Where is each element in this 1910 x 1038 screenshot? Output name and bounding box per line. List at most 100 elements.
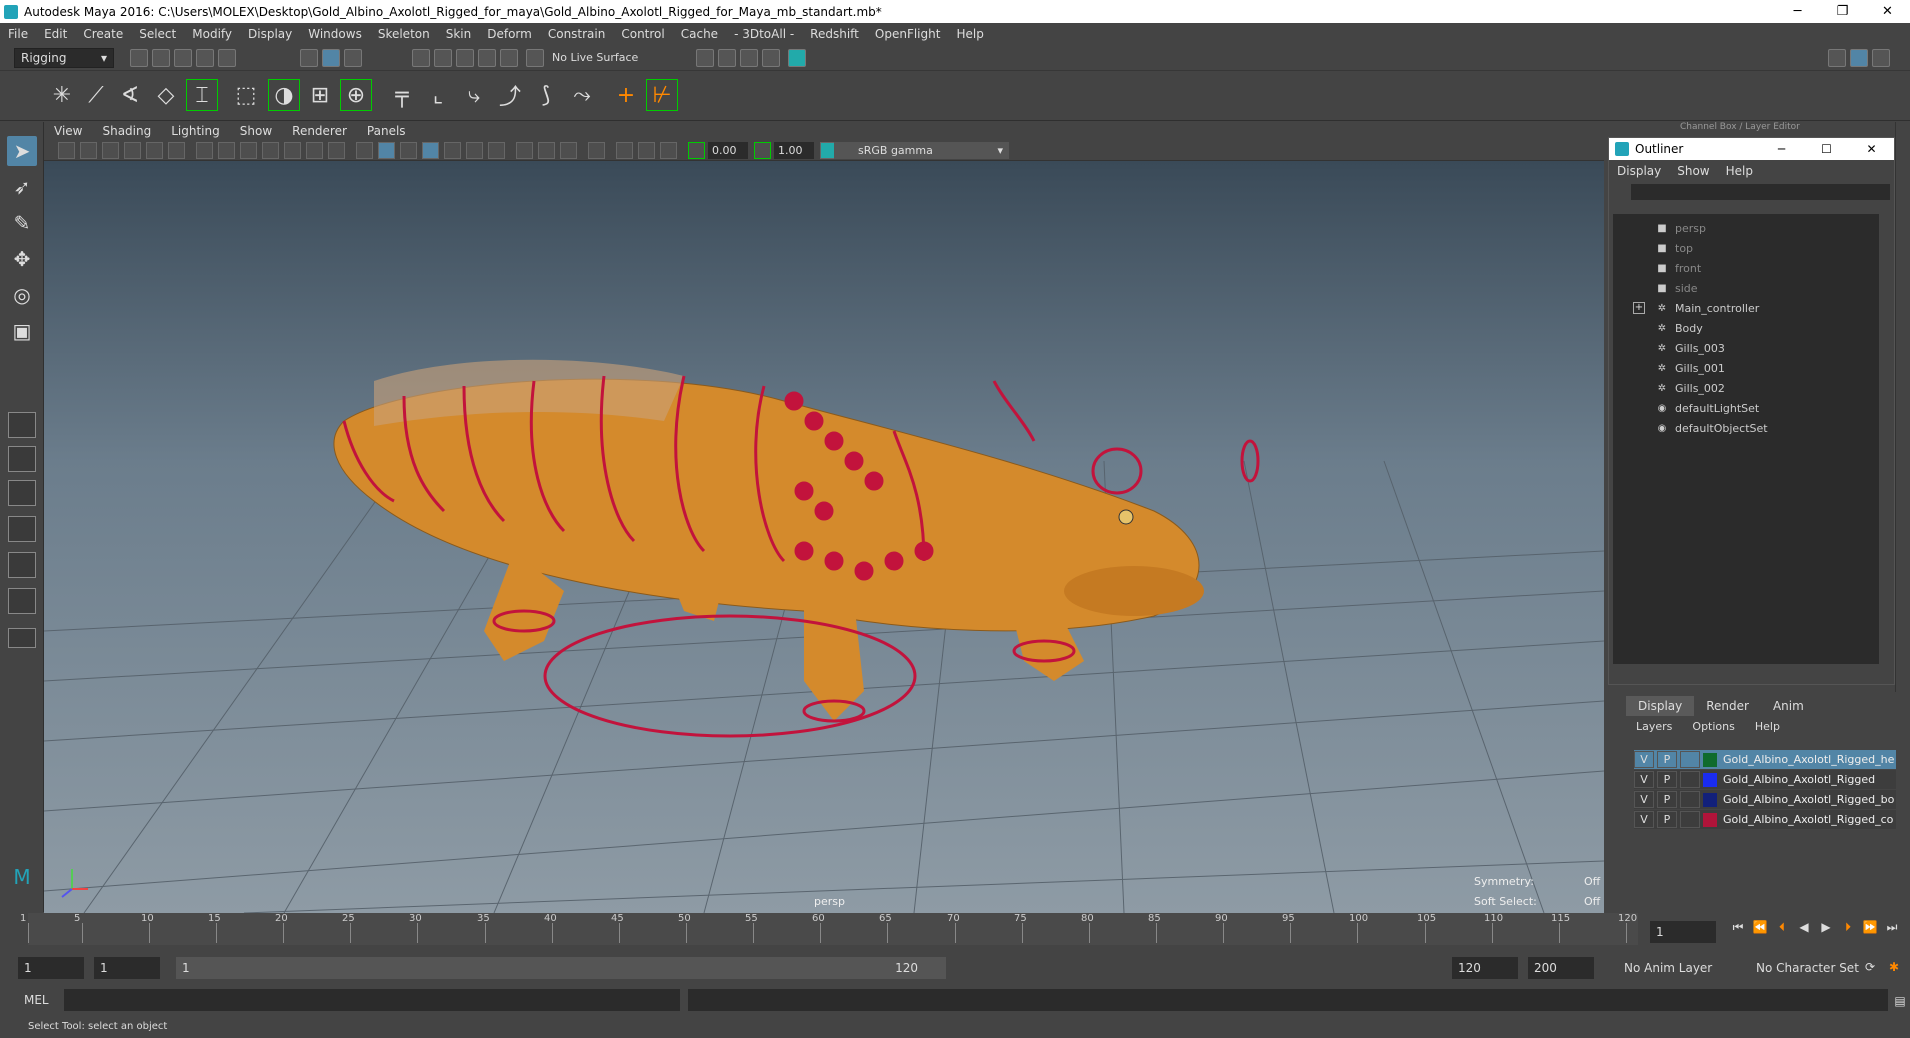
- scale-constraint-icon[interactable]: ⟆: [530, 79, 562, 111]
- grid-toggle-icon[interactable]: [196, 142, 213, 159]
- menu-15[interactable]: OpenFlight: [867, 27, 949, 41]
- go-to-end-icon[interactable]: ⏭: [1884, 919, 1900, 935]
- outliner-item[interactable]: ■ side: [1613, 278, 1879, 298]
- film-gate-icon[interactable]: [218, 142, 235, 159]
- maximize-button[interactable]: ❐: [1820, 4, 1865, 19]
- bookmark-icon[interactable]: [102, 142, 119, 159]
- layer-display-type-toggle[interactable]: [1680, 791, 1700, 808]
- paint-weights-icon[interactable]: ⊞: [304, 79, 336, 111]
- viewport-menu-3[interactable]: Show: [230, 124, 282, 138]
- viewport-menu-0[interactable]: View: [44, 124, 92, 138]
- outliner-item[interactable]: ■ persp: [1613, 218, 1879, 238]
- step-back-key-icon[interactable]: ⏪: [1752, 919, 1768, 935]
- playback-start-field[interactable]: 1: [94, 957, 160, 979]
- animation-start-field[interactable]: 1: [18, 957, 84, 979]
- joint-tool-icon[interactable]: ✳: [46, 79, 78, 111]
- playback-end-field[interactable]: 120: [1452, 957, 1518, 979]
- layer-row[interactable]: V P Gold_Albino_Axolotl_Rigged_bo: [1634, 790, 1896, 809]
- layer-row[interactable]: V P Gold_Albino_Axolotl_Rigged_co: [1634, 810, 1896, 829]
- screen-space-ao-icon[interactable]: [516, 142, 533, 159]
- outliner-item[interactable]: ✲ Gills_001: [1613, 358, 1879, 378]
- outliner-menu-display[interactable]: Display: [1609, 164, 1669, 178]
- step-back-frame-icon[interactable]: ⏴: [1774, 919, 1790, 935]
- wireframe-on-shaded-icon[interactable]: [422, 142, 439, 159]
- render-view-icon[interactable]: [696, 49, 714, 67]
- orient-joint-icon[interactable]: ⌶: [186, 79, 218, 111]
- persp-graph-layout-icon[interactable]: [8, 516, 36, 542]
- menu-2[interactable]: Create: [75, 27, 131, 41]
- layer-display-type-toggle[interactable]: [1680, 811, 1700, 828]
- menu-11[interactable]: Control: [613, 27, 672, 41]
- layer-display-type-toggle[interactable]: [1680, 751, 1700, 768]
- point-constraint-icon[interactable]: ⤷: [458, 79, 490, 111]
- menu-5[interactable]: Display: [240, 27, 300, 41]
- gate-mask-icon[interactable]: [262, 142, 279, 159]
- outliner-item[interactable]: ✲ Body: [1613, 318, 1879, 338]
- select-component-icon[interactable]: [344, 49, 362, 67]
- layer-playback-toggle[interactable]: P: [1657, 811, 1677, 828]
- outliner-menu-show[interactable]: Show: [1669, 164, 1717, 178]
- outliner-close-button[interactable]: ✕: [1849, 142, 1894, 156]
- outliner-filter-input[interactable]: [1631, 184, 1890, 200]
- image-plane-icon[interactable]: [124, 142, 141, 159]
- orient-constraint-icon[interactable]: ⤴: [494, 79, 526, 111]
- time-ruler[interactable]: 1 5 10 15 20 25 30 35 40 45 50 55 60 65 70 75 80 85 90 95 10…: [20, 913, 1638, 945]
- lattice-icon[interactable]: ⊕: [340, 79, 372, 111]
- hypershade-layout-icon[interactable]: [8, 552, 36, 578]
- save-scene-icon[interactable]: [174, 49, 192, 67]
- close-button[interactable]: ✕: [1865, 4, 1910, 19]
- gamma-icon[interactable]: [754, 142, 771, 159]
- step-forward-key-icon[interactable]: ⏩: [1862, 919, 1878, 935]
- outliner-item[interactable]: ✲ Gills_003: [1613, 338, 1879, 358]
- script-editor-icon[interactable]: ▤: [1892, 993, 1908, 1009]
- layer-color-swatch[interactable]: [1703, 772, 1717, 787]
- select-tool-icon[interactable]: ➤: [7, 136, 37, 166]
- bind-skin-icon[interactable]: ⬚: [230, 79, 262, 111]
- layer-playback-toggle[interactable]: P: [1657, 771, 1677, 788]
- minimize-button[interactable]: ─: [1775, 4, 1820, 19]
- tab-display[interactable]: Display: [1626, 696, 1695, 716]
- viewport-menu-2[interactable]: Lighting: [161, 124, 230, 138]
- smooth-shade-icon[interactable]: [378, 142, 395, 159]
- tab-anim[interactable]: Anim: [1761, 696, 1816, 716]
- outliner-item[interactable]: + ✲ Main_controller: [1613, 298, 1879, 318]
- layer-color-swatch[interactable]: [1703, 792, 1717, 807]
- two-d-pan-icon[interactable]: [146, 142, 163, 159]
- tab-render[interactable]: Render: [1694, 696, 1761, 716]
- ik-spline-icon[interactable]: ∢: [114, 79, 146, 111]
- ik-handle-icon[interactable]: ⟋: [80, 79, 112, 111]
- snap-grid-icon[interactable]: [412, 49, 430, 67]
- snap-live-icon[interactable]: [526, 49, 544, 67]
- outliner-maximize-button[interactable]: ☐: [1804, 142, 1849, 156]
- menu-7[interactable]: Skeleton: [370, 27, 438, 41]
- rotate-tool-icon[interactable]: ◎: [7, 280, 37, 310]
- snap-surface-icon[interactable]: [500, 49, 518, 67]
- layer-playback-toggle[interactable]: P: [1657, 791, 1677, 808]
- x-ray-active-icon[interactable]: [638, 142, 655, 159]
- menu-set-dropdown[interactable]: Rigging ▾: [14, 48, 114, 68]
- smooth-bind-icon[interactable]: ◑: [268, 79, 300, 111]
- default-material-icon[interactable]: [400, 142, 417, 159]
- field-chart-icon[interactable]: [284, 142, 301, 159]
- show-outliner-icon[interactable]: [1850, 49, 1868, 67]
- mirror-joint-icon[interactable]: ◇: [150, 79, 182, 111]
- view-transform-dropdown[interactable]: sRGB gamma ▾: [834, 142, 1009, 159]
- layer-menu-help[interactable]: Help: [1745, 720, 1790, 733]
- undo-icon[interactable]: [196, 49, 214, 67]
- grease-pencil-icon[interactable]: [168, 142, 185, 159]
- auto-key-icon[interactable]: ⟳: [1862, 959, 1878, 975]
- open-scene-icon[interactable]: [152, 49, 170, 67]
- four-view-layout-icon[interactable]: [8, 446, 36, 472]
- more-layouts-icon[interactable]: [8, 628, 36, 648]
- menu-13[interactable]: - 3DtoAll -: [726, 27, 802, 41]
- anti-aliasing-icon[interactable]: [560, 142, 577, 159]
- step-forward-frame-icon[interactable]: ⏵: [1840, 919, 1856, 935]
- snap-view-icon[interactable]: [478, 49, 496, 67]
- animation-prefs-icon[interactable]: ✱: [1886, 959, 1902, 975]
- go-to-start-icon[interactable]: ⏮: [1730, 919, 1746, 935]
- layer-row[interactable]: V P Gold_Albino_Axolotl_Rigged_he: [1634, 750, 1896, 769]
- animation-end-field[interactable]: 200: [1528, 957, 1594, 979]
- layer-row[interactable]: V P Gold_Albino_Axolotl_Rigged: [1634, 770, 1896, 789]
- menu-1[interactable]: Edit: [36, 27, 75, 41]
- menu-3[interactable]: Select: [131, 27, 184, 41]
